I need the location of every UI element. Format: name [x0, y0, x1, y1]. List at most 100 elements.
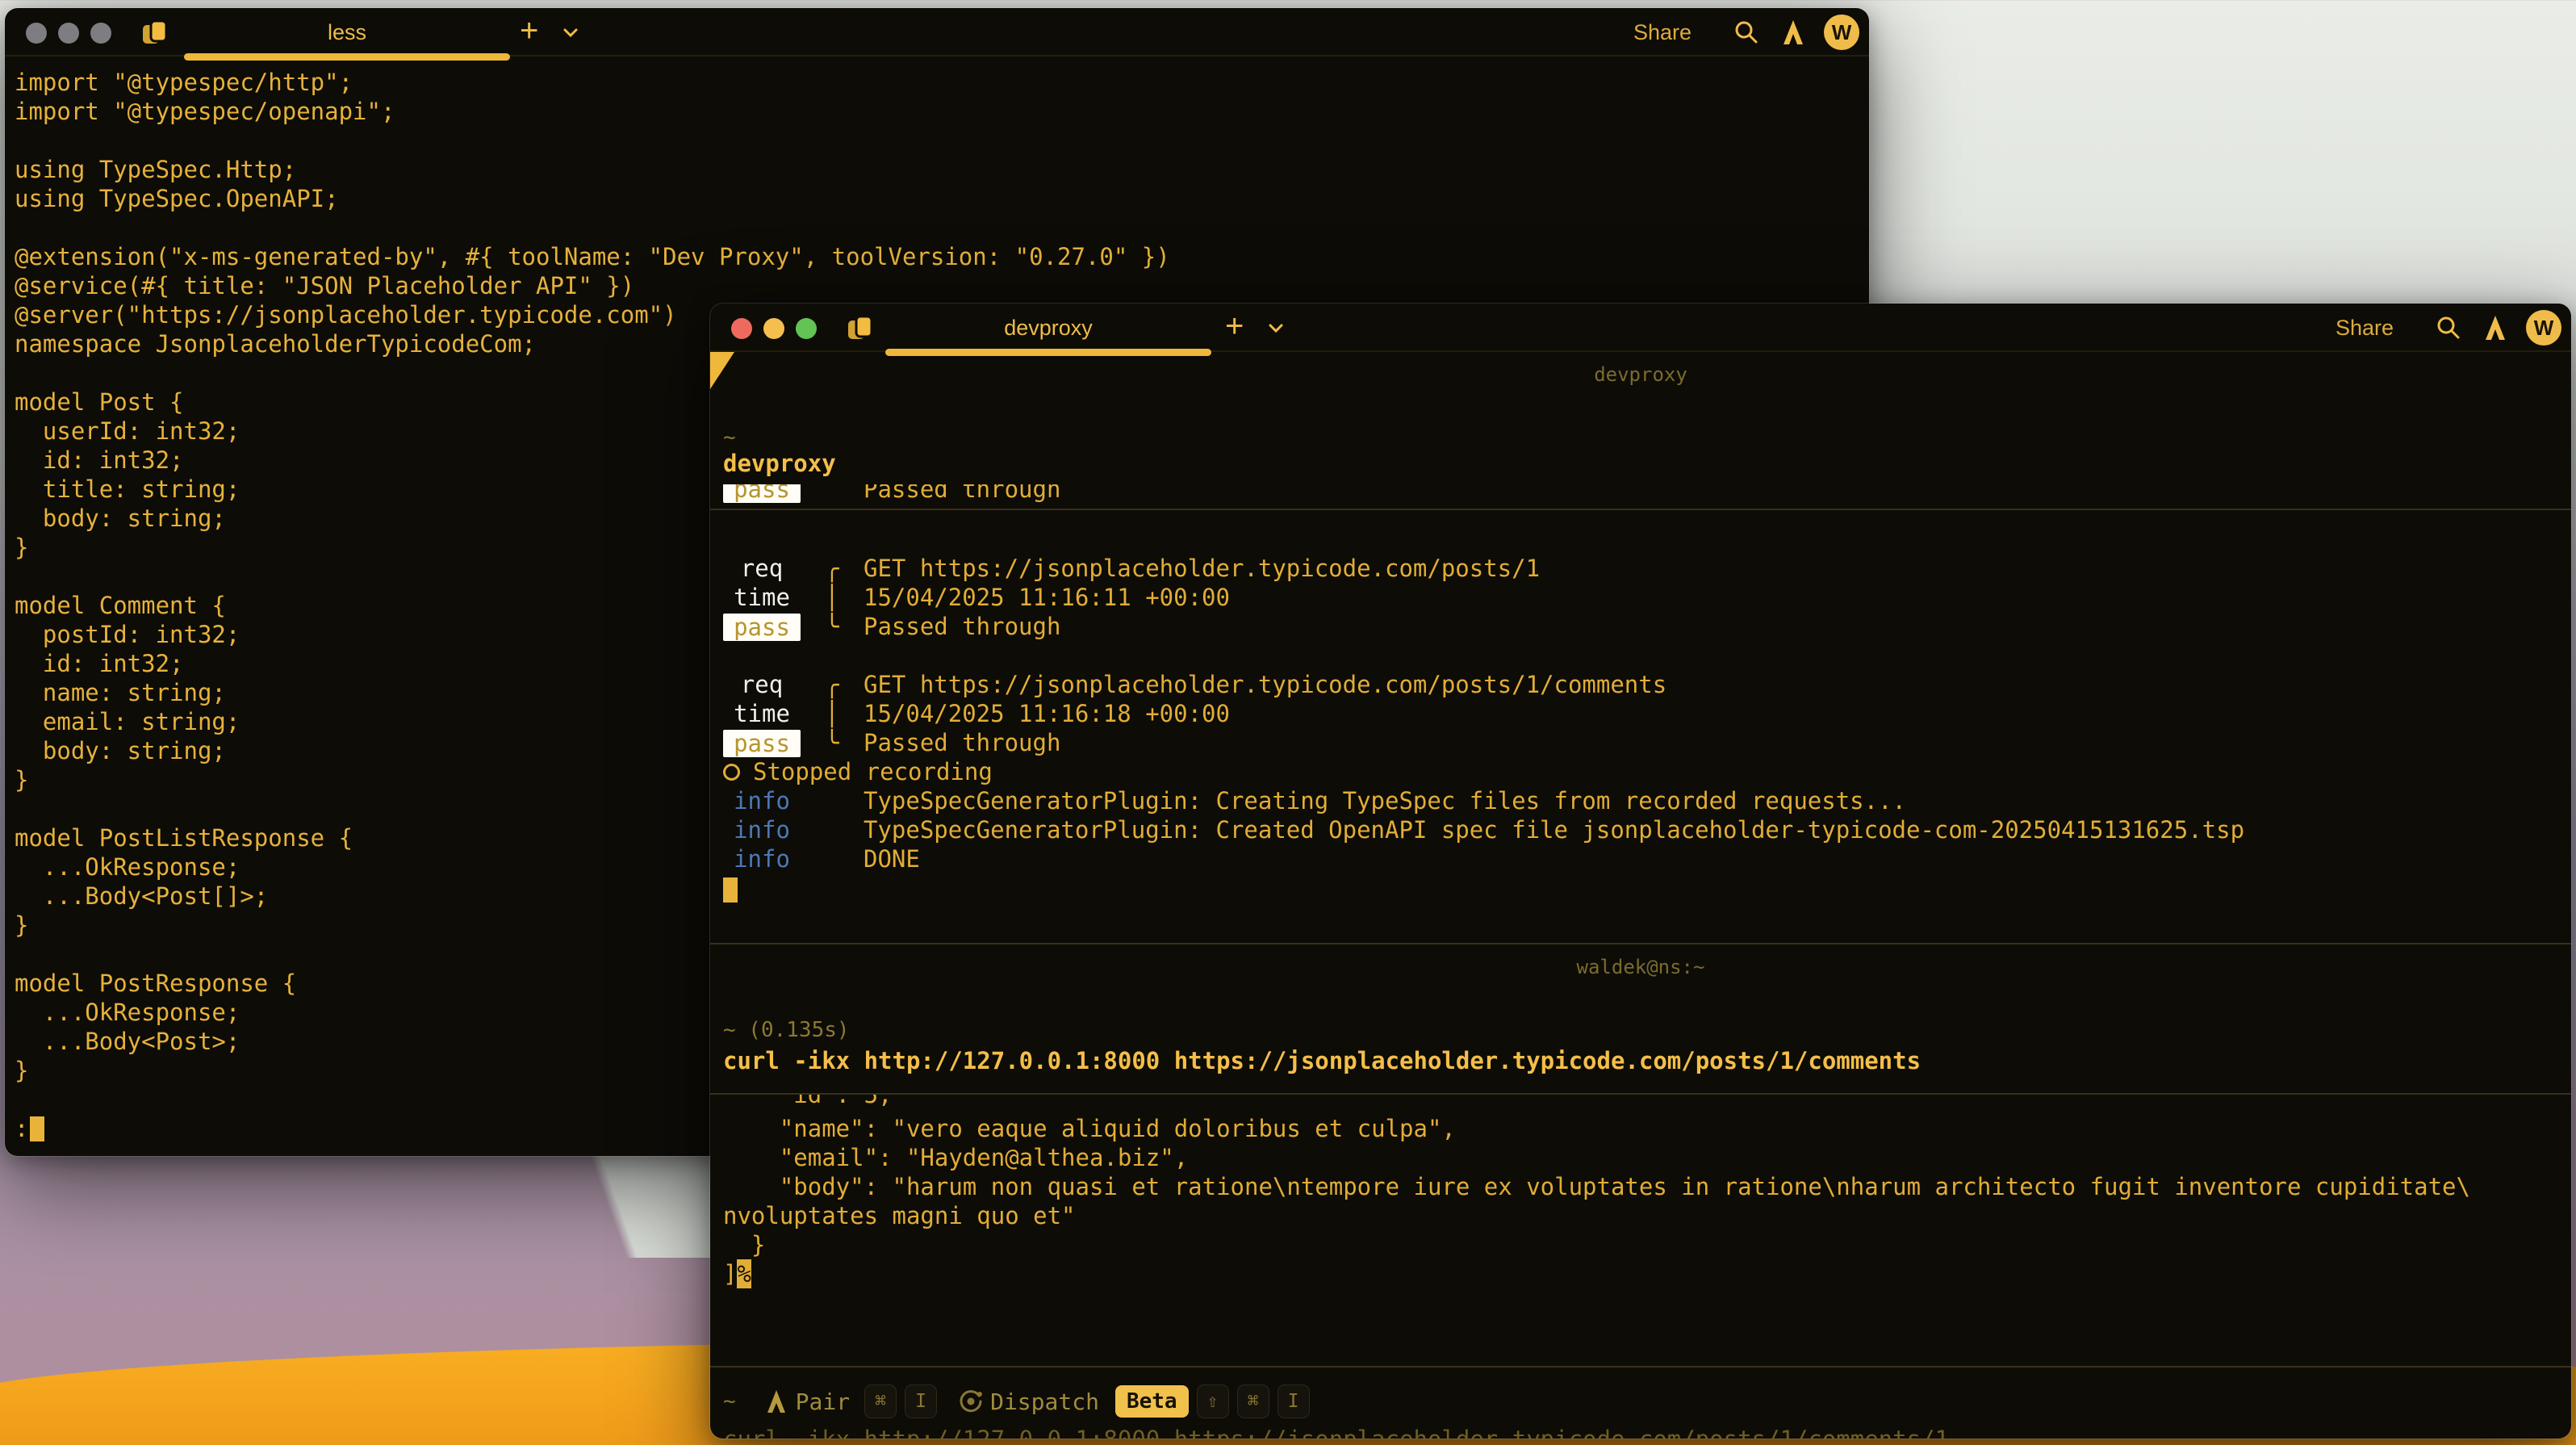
code-line: import "@typespec/http";: [15, 68, 1869, 97]
pass-badge: pass: [723, 730, 801, 757]
block-separator: [710, 509, 2571, 510]
status-row: pass ╰ Passed through: [723, 728, 2563, 757]
cursor: [723, 877, 738, 903]
bracket-bot: ╰: [801, 729, 864, 756]
info-row: info TypeSpecGeneratorPlugin: Creating T…: [723, 786, 2563, 815]
output-lines: "name": "vero eaque aliquid doloribus et…: [723, 1114, 2563, 1259]
request-url: GET https://jsonplaceholder.typicode.com…: [864, 671, 1666, 698]
window-controls[interactable]: [731, 318, 817, 339]
tab-title: less: [328, 20, 366, 45]
info-text: TypeSpecGeneratorPlugin: Created OpenAPI…: [864, 816, 2244, 844]
output-line: "body": "harum non quasi et ratione\ntem…: [723, 1172, 2563, 1201]
chevron-down-icon[interactable]: [562, 27, 579, 43]
search-icon[interactable]: [2436, 315, 2461, 341]
info-row: info DONE: [723, 844, 2563, 873]
command-row[interactable]: devproxy: [723, 449, 2563, 478]
output-line: nvoluptates magni quo et": [723, 1201, 2563, 1230]
dispatch-shortcut-key: I: [1278, 1384, 1310, 1418]
pair-button[interactable]: Pair: [796, 1388, 850, 1415]
avatar[interactable]: W: [1824, 15, 1859, 50]
bracket-top: ╭: [801, 671, 864, 698]
time-label: time: [723, 584, 801, 611]
new-tab-button[interactable]: +: [1225, 308, 1244, 345]
info-text: TypeSpecGeneratorPlugin: Creating TypeSp…: [864, 787, 1906, 815]
close-button[interactable]: [26, 23, 47, 44]
info-text: DONE: [864, 845, 920, 873]
command: devproxy: [723, 450, 836, 477]
tab-less[interactable]: less: [184, 8, 510, 57]
time-label: time: [723, 700, 801, 727]
output-line: "email": "Hayden@althea.biz",: [723, 1143, 2563, 1172]
request-status: Passed through: [864, 729, 1060, 756]
avatar[interactable]: W: [2526, 310, 2561, 346]
stopped-recording-text: Stopped recording: [753, 758, 993, 785]
devproxy-session[interactable]: devproxy ~ devproxy pass Passed through …: [710, 352, 2571, 1437]
block-header-shell: waldek@ns:~: [710, 956, 2571, 978]
code-line: [15, 213, 1869, 242]
minimize-button[interactable]: [763, 318, 784, 339]
block-header-devproxy: devproxy: [710, 363, 2571, 386]
curl-command-row[interactable]: curl -ikx http://127.0.0.1:8000 https://…: [723, 1046, 2563, 1075]
tab-list-icon[interactable]: [140, 18, 171, 48]
zoom-button[interactable]: [90, 23, 111, 44]
zoom-button[interactable]: [796, 318, 817, 339]
tab-title: devproxy: [1004, 316, 1093, 341]
percent-marker: %: [737, 1259, 751, 1288]
stopped-recording-row: Stopped recording: [723, 757, 2563, 786]
cursor-row[interactable]: [723, 875, 2563, 904]
wallpaper-light-band: [483, 1153, 712, 1258]
pass-badge-remnant: pass: [723, 484, 801, 503]
minimize-button[interactable]: [58, 23, 79, 44]
tab-devproxy[interactable]: devproxy: [885, 304, 1211, 352]
duration-row: ~ (0.135s): [723, 1016, 2563, 1045]
request-row[interactable]: req ╭ GET https://jsonplaceholder.typico…: [723, 554, 2563, 583]
info-label: info: [723, 787, 801, 815]
chevron-down-icon[interactable]: [1267, 323, 1285, 338]
info-label: info: [723, 816, 801, 844]
req-label: req: [723, 671, 801, 698]
code-line: import "@typespec/openapi";: [15, 97, 1869, 126]
warp-logo-icon[interactable]: [1780, 19, 1806, 45]
share-button[interactable]: Share: [1633, 20, 1692, 45]
pair-shortcut-key: I: [905, 1384, 937, 1418]
curl-output[interactable]: "name": "vero eaque aliquid doloribus et…: [723, 1114, 2563, 1288]
code-line: @extension("x-ms-generated-by", #{ toolN…: [15, 242, 1869, 271]
scrolled-remnant-row: pass Passed through: [723, 484, 1207, 507]
code-line: @service(#{ title: "JSON Placeholder API…: [15, 271, 1869, 300]
active-tab-indicator: [184, 53, 510, 61]
window-controls[interactable]: [26, 23, 111, 44]
tab-list-icon[interactable]: [846, 313, 876, 344]
output-line-clipped: "id": 5,: [723, 1095, 2563, 1109]
block-separator: [710, 943, 2571, 944]
request-time: 15/04/2025 11:16:11 +00:00: [864, 584, 1230, 611]
titlebar[interactable]: less + Share W: [5, 8, 1869, 57]
footer-bar: ~ Pair ⌘ I Dispatch Beta ⇧ ⌘ I: [723, 1384, 2563, 1419]
request-row[interactable]: req ╭ GET https://jsonplaceholder.typico…: [723, 670, 2563, 699]
code-line: using TypeSpec.Http;: [15, 155, 1869, 184]
curl-command: curl -ikx http://127.0.0.1:8000 https://…: [723, 1047, 1921, 1074]
code-line: [15, 126, 1869, 155]
less-prompt: :: [15, 1115, 28, 1142]
req-label: req: [723, 555, 801, 582]
output-line: }: [723, 1230, 2563, 1259]
share-button[interactable]: Share: [2336, 316, 2394, 341]
info-row: info TypeSpecGeneratorPlugin: Created Op…: [723, 815, 2563, 844]
bracket-top: ╭: [801, 555, 864, 582]
new-tab-button[interactable]: +: [520, 13, 538, 49]
close-button[interactable]: [731, 318, 752, 339]
command-input[interactable]: curl -ikx http://127.0.0.1:8000 https://…: [723, 1426, 1949, 1439]
beta-badge: Beta: [1115, 1385, 1189, 1418]
dispatch-button[interactable]: Dispatch: [990, 1388, 1099, 1415]
search-icon[interactable]: [1733, 19, 1759, 45]
terminal-window-devproxy[interactable]: devproxy + Share W devproxy ~ devproxy p…: [710, 304, 2571, 1439]
warp-logo-icon[interactable]: [2482, 315, 2508, 341]
footer-cwd: ~: [723, 1389, 736, 1414]
titlebar[interactable]: devproxy + Share W: [710, 304, 2571, 352]
pass-badge: pass: [723, 614, 801, 641]
request-time: 15/04/2025 11:16:18 +00:00: [864, 700, 1230, 727]
warp-pair-icon: [763, 1388, 789, 1414]
code-line: using TypeSpec.OpenAPI;: [15, 184, 1869, 213]
remnant-text: Passed through: [864, 484, 1060, 503]
bracket-mid: │: [801, 584, 864, 611]
cwd: ~: [723, 425, 736, 450]
